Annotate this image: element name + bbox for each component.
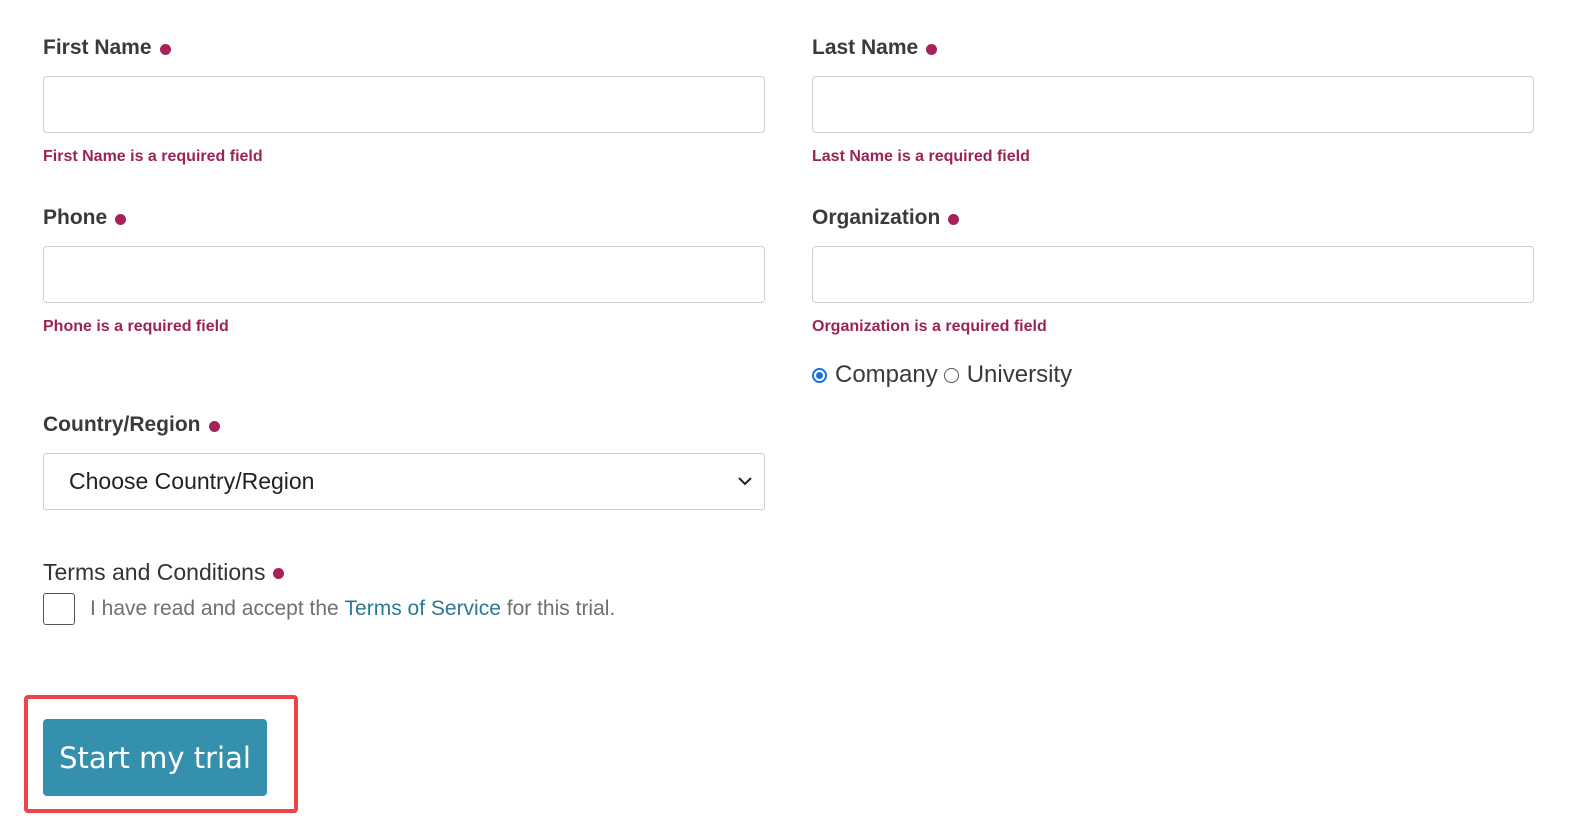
organization-error: Organization is a required field [812, 318, 1047, 335]
organization-type-radio-group: Company University [812, 359, 1072, 391]
company-radio[interactable] [812, 367, 827, 383]
last-name-group: Last Name Last Name is a required field [812, 34, 1534, 167]
radio-option-university[interactable]: University [943, 361, 1073, 389]
organization-label-row: Organization [812, 204, 1534, 232]
first-name-error: First Name is a required field [43, 148, 263, 165]
university-radio-label: University [966, 361, 1073, 388]
terms-text-after: for this trial. [506, 597, 616, 620]
phone-label: Phone [43, 206, 108, 229]
last-name-label: Last Name [812, 36, 919, 59]
required-indicator-icon [159, 43, 171, 55]
required-indicator-icon [948, 213, 960, 225]
last-name-input[interactable] [812, 76, 1534, 133]
terms-text-before: I have read and accept the [90, 597, 339, 620]
last-name-label-row: Last Name [812, 34, 1534, 62]
radio-option-company[interactable]: Company [812, 361, 938, 389]
university-radio[interactable] [943, 367, 959, 383]
start-my-trial-button[interactable]: Start my trial [43, 719, 267, 796]
phone-error: Phone is a required field [43, 318, 229, 335]
organization-label: Organization [812, 206, 941, 229]
required-indicator-icon [115, 213, 127, 225]
first-name-label: First Name [43, 36, 152, 59]
phone-input[interactable] [43, 246, 765, 303]
required-indicator-icon [926, 43, 938, 55]
company-radio-label: Company [835, 361, 938, 388]
terms-of-service-link[interactable]: Terms of Service [345, 597, 501, 621]
country-region-selected-value: Choose Country/Region [69, 468, 315, 494]
country-region-select[interactable]: Choose Country/Region [43, 453, 765, 510]
organization-input[interactable] [812, 246, 1534, 303]
organization-group: Organization Organization is a required … [812, 204, 1534, 337]
chevron-down-icon [736, 473, 754, 491]
first-name-group: First Name First Name is a required fiel… [43, 34, 765, 167]
trial-signup-form: First Name First Name is a required fiel… [0, 0, 1575, 833]
country-region-group: Country/Region Choose Country/Region [43, 411, 765, 510]
first-name-input[interactable] [43, 76, 765, 133]
terms-checkbox[interactable] [43, 593, 75, 625]
terms-heading: Terms and Conditions [43, 558, 266, 585]
phone-group: Phone Phone is a required field [43, 204, 765, 337]
first-name-label-row: First Name [43, 34, 765, 62]
required-indicator-icon [208, 420, 220, 432]
terms-heading-row: Terms and Conditions [43, 557, 285, 587]
phone-label-row: Phone [43, 204, 765, 232]
country-region-label-row: Country/Region [43, 411, 765, 439]
terms-acceptance-row: I have read and accept the Terms of Serv… [43, 593, 615, 625]
country-region-label: Country/Region [43, 413, 201, 436]
last-name-error: Last Name is a required field [812, 148, 1030, 165]
required-indicator-icon [273, 567, 285, 579]
